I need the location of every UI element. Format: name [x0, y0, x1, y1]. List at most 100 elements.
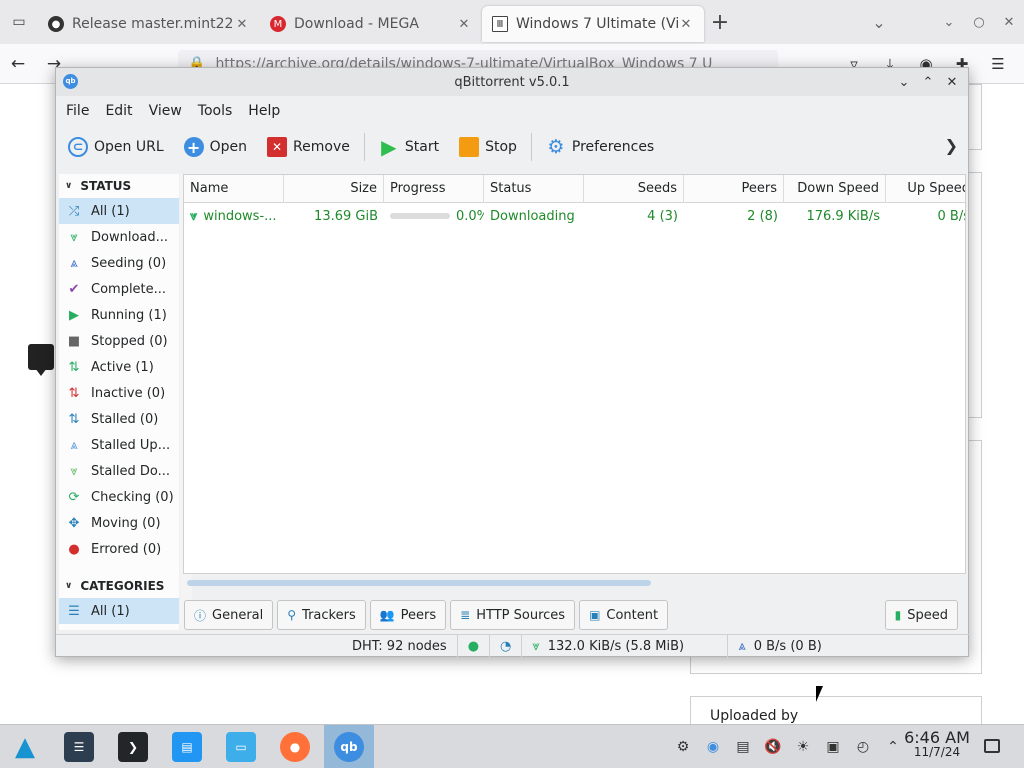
brightness-icon[interactable]: ☀ — [788, 739, 818, 755]
status-filter-item[interactable]: ⇅ Inactive (0) — [59, 380, 179, 406]
status-filter-item[interactable]: ⩓ Stalled Up... — [59, 432, 179, 458]
maximize-icon[interactable]: ○ — [964, 15, 994, 30]
status-filter-item[interactable]: ⤮ All (1) — [59, 198, 179, 224]
status-filter-label: Stalled Do... — [91, 463, 171, 479]
category-item-all[interactable]: ☰ All (1) — [59, 598, 179, 624]
tab-content[interactable]: ▣ Content — [579, 600, 669, 630]
clock[interactable]: 6:46 AM 11/7/24 — [902, 730, 972, 760]
menu-tools[interactable]: Tools — [190, 103, 241, 119]
progress-bar — [390, 213, 450, 219]
disk-icon[interactable]: ▣ — [818, 739, 848, 755]
taskbar-app-files[interactable]: ▭ — [216, 725, 266, 768]
new-tab-button[interactable]: + — [704, 10, 736, 35]
tab-speed[interactable]: ▮ Speed — [884, 600, 958, 630]
taskbar-app-terminal[interactable]: ❯ — [108, 725, 158, 768]
status-filter-item[interactable]: ⩓ Seeding (0) — [59, 250, 179, 276]
status-filter-label: Checking (0) — [91, 489, 174, 505]
download-speed-status[interactable]: ⩔ 132.0 KiB/s (5.8 MiB) — [522, 634, 729, 659]
downloading-icon: ⩔ — [190, 208, 198, 224]
stop-button[interactable]: Stop — [459, 137, 517, 157]
browser-tab-mega[interactable]: M Download - MEGA ✕ — [260, 6, 482, 42]
speed-limit-toggle[interactable]: ◔ — [490, 634, 523, 659]
column-header-peers[interactable]: Peers — [684, 175, 784, 203]
power-icon[interactable]: ◴ — [848, 739, 878, 755]
info-icon: ⓘ — [194, 608, 207, 623]
window-titlebar[interactable]: qb qBittorrent v5.0.1 ⌄ ⌃ ✕ — [56, 68, 968, 96]
open-url-button[interactable]: ⊂ Open URL — [68, 137, 164, 157]
status-filter-list: ⤮ All (1) ⩔ Download... ⩓ Seeding (0) ✔ Complet… — [59, 198, 179, 562]
column-header-name[interactable]: Name — [184, 175, 284, 203]
application-launcher[interactable]: ▲ — [0, 725, 50, 768]
chat-icon[interactable] — [28, 344, 54, 376]
preferences-button[interactable]: ⚙ Preferences — [546, 136, 654, 158]
back-icon[interactable]: ← — [0, 54, 36, 74]
close-icon[interactable]: ✕ — [234, 17, 250, 32]
torrent-row[interactable]: ⩔windows-... 13.69 GiB 0.0% Downloading … — [184, 203, 965, 229]
menu-edit[interactable]: Edit — [97, 103, 140, 119]
location-pin-icon: ⚲ — [287, 608, 297, 622]
tab-overview-button[interactable]: ▭ — [0, 0, 38, 44]
menu-icon[interactable]: ☰ — [980, 55, 1016, 73]
tab-trackers[interactable]: ⚲ Trackers — [277, 600, 366, 630]
browser-tab-github[interactable]: ● Release master.mint22 · lin ✕ — [38, 6, 260, 42]
tab-peers[interactable]: 👥 Peers — [369, 600, 447, 630]
menu-help[interactable]: Help — [240, 103, 288, 119]
category-label: All (1) — [91, 603, 130, 619]
close-icon[interactable]: ✕ — [678, 17, 694, 32]
taskbar-app-discover[interactable]: ▤ — [162, 725, 212, 768]
status-filter-item[interactable]: ✥ Moving (0) — [59, 510, 179, 536]
taskbar-app-settings[interactable]: ☰ — [54, 725, 104, 768]
column-header-status[interactable]: Status — [484, 175, 584, 203]
status-filter-item[interactable]: ⩔ Download... — [59, 224, 179, 250]
tab-http-sources[interactable]: ≣ HTTP Sources — [450, 600, 576, 630]
close-icon[interactable]: ✕ — [940, 75, 964, 90]
open-button[interactable]: + Open — [183, 137, 247, 157]
column-header-progress[interactable]: Progress — [384, 175, 484, 203]
status-filter-label: All (1) — [91, 203, 130, 219]
categories-section-header[interactable]: ∨ CATEGORIES — [59, 574, 179, 598]
status-filter-item[interactable]: ● Errored (0) — [59, 536, 179, 562]
play-icon: ▶ — [69, 307, 79, 323]
qbittorrent-tray-icon[interactable]: ◉ — [698, 739, 728, 755]
browser-tab-archive[interactable]: Ⅲ Windows 7 Ultimate (Virtu ✕ — [482, 6, 704, 42]
status-filter-item[interactable]: ⟳ Checking (0) — [59, 484, 179, 510]
toolbar-separator — [530, 133, 532, 161]
upload-speed-status[interactable]: ⩓ 0 B/s (0 B) — [728, 635, 831, 659]
remove-button[interactable]: ✕ Remove — [267, 137, 350, 157]
open-url-label: Open URL — [94, 139, 164, 155]
close-window-icon[interactable]: ✕ — [994, 15, 1024, 30]
connection-status[interactable]: ● — [458, 634, 491, 659]
show-desktop-button[interactable] — [984, 739, 1000, 753]
status-filter-label: Errored (0) — [91, 541, 162, 557]
status-filter-item[interactable]: ⩔ Stalled Do... — [59, 458, 179, 484]
window-buttons: ⌄ ⌃ ✕ — [892, 68, 964, 96]
close-icon[interactable]: ✕ — [456, 17, 472, 32]
status-filter-item[interactable]: ⇅ Active (1) — [59, 354, 179, 380]
volume-muted-icon[interactable]: 🔇 — [758, 739, 788, 755]
clipboard-icon[interactable]: ▤ — [728, 739, 758, 755]
column-header-down-speed[interactable]: Down Speed — [784, 175, 886, 203]
column-header-up-speed[interactable]: Up Speed — [886, 175, 965, 203]
menu-file[interactable]: File — [58, 103, 97, 119]
taskbar-app-qbittorrent[interactable]: qb — [324, 724, 374, 768]
status-filter-item[interactable]: ▶ Running (1) — [59, 302, 179, 328]
minimize-icon[interactable]: ⌄ — [892, 75, 916, 90]
status-section-header[interactable]: ∨ STATUS — [59, 174, 179, 198]
tab-general[interactable]: ⓘ General — [184, 600, 274, 630]
column-header-size[interactable]: Size — [284, 175, 384, 203]
list-horizontal-scrollbar[interactable] — [183, 578, 966, 588]
list-all-tabs-icon[interactable]: ⌄ — [864, 13, 894, 32]
scroll-thumb[interactable] — [187, 580, 651, 586]
tab-content-label: Content — [606, 607, 659, 623]
taskbar-app-firefox[interactable]: ● — [270, 725, 320, 768]
status-filter-item[interactable]: ⇅ Stalled (0) — [59, 406, 179, 432]
menu-view[interactable]: View — [141, 103, 190, 119]
network-icon[interactable]: ⚙ — [668, 739, 698, 755]
maximize-icon[interactable]: ⌃ — [916, 75, 940, 90]
start-button[interactable]: ▶ Start — [379, 135, 439, 159]
chevron-right-icon[interactable]: ❯ — [945, 136, 958, 155]
column-header-seeds[interactable]: Seeds — [584, 175, 684, 203]
minimize-icon[interactable]: ⌄ — [934, 15, 964, 30]
status-filter-item[interactable]: ✔ Complete... — [59, 276, 179, 302]
status-filter-item[interactable]: ■ Stopped (0) — [59, 328, 179, 354]
